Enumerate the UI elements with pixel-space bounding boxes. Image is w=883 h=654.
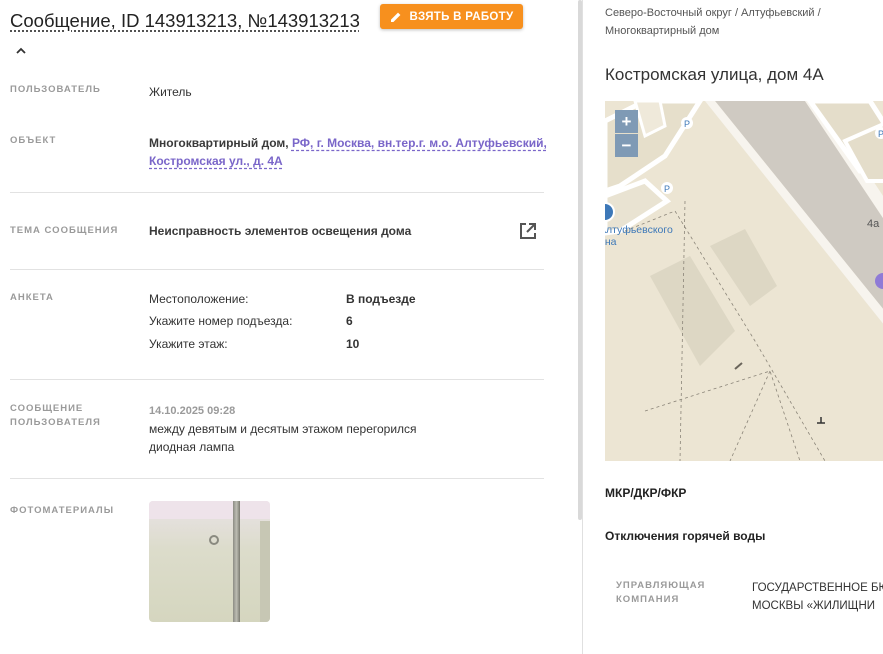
page-title-text: Сообщение, ID 143913213, №143913213 [10,10,360,31]
topic-value: Неисправность элементов освещения дома [149,224,412,238]
user-message: 14.10.2025 09:28 между девятым и десятым… [149,401,417,456]
topic-label: ТЕМА СООБЩЕНИЯ [10,225,119,236]
pencil-icon [390,12,400,22]
map-canvas: P P P [605,101,883,461]
object-value: Многоквартирный дом, РФ, г. Москва, вн.т… [149,134,549,170]
survey-value: 10 [346,337,360,351]
management-company-label-line2: КОМПАНИЯ [616,594,680,605]
section-hot-water: Отключения горячей воды [605,529,766,543]
map-zoom-controls: + − [615,110,638,157]
object-type: Многоквартирный дом, [149,136,289,150]
breadcrumb-line1: Северо-Восточный округ / Алтуфьевский / [605,7,821,19]
map-place-label-line1: Алтуфьевского [605,224,673,236]
survey-key: Укажите номер подъезда: [149,314,293,328]
take-to-work-label: ВЗЯТЬ В РАБОТУ [409,10,514,23]
object-address-link-2[interactable]: Костромская ул., д. 4А [149,154,283,168]
message-text-line2: диодная лампа [149,440,235,454]
breadcrumb-line2: Многоквартирный дом [605,25,720,37]
chevron-up-icon[interactable] [14,44,28,58]
divider [10,269,544,270]
zoom-in-button[interactable]: + [615,110,638,133]
user-value: Житель [149,85,192,99]
object-panel: Северо-Восточный округ / Алтуфьевский / … [583,0,883,654]
message-text-line1: между девятым и десятым этажом перегорил… [149,422,417,436]
message-timestamp: 14.10.2025 09:28 [149,405,236,417]
management-company-label: УПРАВЛЯЮЩАЯ КОМПАНИЯ [616,579,705,607]
survey-key: Укажите этаж: [149,337,228,351]
management-company-value-line1: ГОСУДАРСТВЕННОЕ БЮ [752,582,883,594]
photos-label: ФОТОМАТЕРИАЛЫ [10,505,115,516]
svg-text:P: P [878,129,883,139]
message-panel: Сообщение, ID 143913213, №143913213 ВЗЯТ… [0,0,582,654]
svg-text:P: P [664,184,670,194]
map-house-number: 4а [867,218,880,230]
external-link-icon[interactable] [518,221,538,241]
survey-label: АНКЕТА [10,292,54,303]
object-address-link-1[interactable]: РФ, г. Москва, вн.тер.г. м.о. Алтуфьевск… [292,136,547,150]
divider [10,379,544,380]
divider [10,478,544,479]
map-place-label: Алтуфьевского она [605,224,673,248]
lamp-icon [209,535,219,545]
survey-value: 6 [346,314,353,328]
take-to-work-button[interactable]: ВЗЯТЬ В РАБОТУ [380,4,523,29]
photo-thumbnail[interactable] [149,501,270,622]
survey-key: Местоположение: [149,292,249,306]
section-mkr: МКР/ДКР/ФКР [605,486,687,500]
object-label: ОБЪЕКТ [10,135,57,146]
breadcrumb: Северо-Восточный округ / Алтуфьевский / … [605,4,865,40]
object-address-title: Костромская улица, дом 4А [605,65,824,84]
user-message-label: СООБЩЕНИЕ ПОЛЬЗОВАТЕЛЯ [10,402,101,430]
user-message-label-line1: СООБЩЕНИЕ [10,403,84,414]
user-label: ПОЛЬЗОВАТЕЛЬ [10,84,101,95]
management-company-value: ГОСУДАРСТВЕННОЕ БЮ МОСКВЫ «ЖИЛИЩНИ [752,579,883,615]
management-company-value-line2: МОСКВЫ «ЖИЛИЩНИ [752,600,876,612]
map-place-label-line2: она [605,236,617,248]
divider [10,192,544,193]
svg-text:P: P [684,119,690,129]
management-company-label-line1: УПРАВЛЯЮЩАЯ [616,580,706,591]
zoom-out-button[interactable]: − [615,134,638,157]
survey-value: В подъезде [346,292,416,306]
map[interactable]: P P P + − Алтуфьевского она 4а [605,101,883,461]
page-title[interactable]: Сообщение, ID 143913213, №143913213 [10,6,370,64]
user-message-label-line2: ПОЛЬЗОВАТЕЛЯ [10,417,101,428]
